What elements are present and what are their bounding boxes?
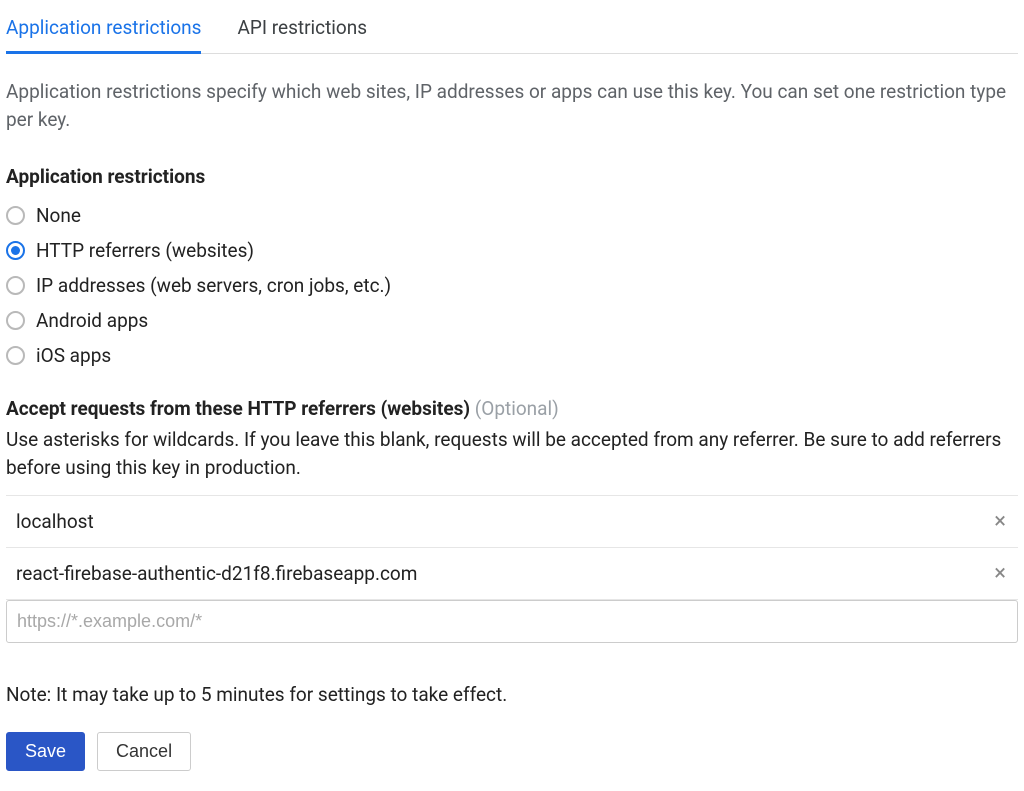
radio-icon bbox=[6, 206, 25, 225]
radio-label: iOS apps bbox=[36, 344, 111, 367]
radio-android-apps[interactable]: Android apps bbox=[6, 309, 1018, 332]
referrer-value: react-firebase-authentic-d21f8.firebasea… bbox=[16, 562, 417, 585]
radio-label: None bbox=[36, 204, 81, 227]
accept-title: Accept requests from these HTTP referrer… bbox=[6, 397, 470, 420]
accept-optional: (Optional) bbox=[475, 397, 559, 420]
tab-application-restrictions[interactable]: Application restrictions bbox=[6, 6, 201, 53]
close-icon[interactable]: × bbox=[992, 563, 1008, 585]
referrer-row: react-firebase-authentic-d21f8.firebasea… bbox=[6, 548, 1018, 600]
referrer-input[interactable] bbox=[6, 600, 1018, 643]
referrer-row: localhost × bbox=[6, 496, 1018, 548]
radio-icon bbox=[6, 346, 25, 365]
accept-header: Accept requests from these HTTP referrer… bbox=[6, 397, 1018, 420]
radio-ip-addresses[interactable]: IP addresses (web servers, cron jobs, et… bbox=[6, 274, 1018, 297]
referrer-value: localhost bbox=[16, 510, 94, 533]
restriction-type-radio-group: None HTTP referrers (websites) IP addres… bbox=[6, 204, 1018, 367]
tabs-bar: Application restrictions API restriction… bbox=[6, 6, 1018, 54]
settings-note: Note: It may take up to 5 minutes for se… bbox=[6, 683, 1018, 706]
referrer-list: localhost × react-firebase-authentic-d21… bbox=[6, 495, 1018, 643]
cancel-button[interactable]: Cancel bbox=[97, 732, 191, 771]
radio-icon bbox=[6, 276, 25, 295]
tab-api-restrictions[interactable]: API restrictions bbox=[237, 6, 367, 53]
radio-http-referrers[interactable]: HTTP referrers (websites) bbox=[6, 239, 1018, 262]
radio-label: Android apps bbox=[36, 309, 148, 332]
save-button[interactable]: Save bbox=[6, 732, 85, 771]
radio-icon bbox=[6, 311, 25, 330]
radio-ios-apps[interactable]: iOS apps bbox=[6, 344, 1018, 367]
accept-description: Use asterisks for wildcards. If you leav… bbox=[6, 426, 1018, 481]
section-title-application-restrictions: Application restrictions bbox=[6, 165, 1018, 188]
radio-label: HTTP referrers (websites) bbox=[36, 239, 254, 262]
button-row: Save Cancel bbox=[6, 732, 1018, 771]
radio-none[interactable]: None bbox=[6, 204, 1018, 227]
radio-label: IP addresses (web servers, cron jobs, et… bbox=[36, 274, 391, 297]
radio-icon bbox=[6, 241, 25, 260]
restrictions-description: Application restrictions specify which w… bbox=[6, 78, 1018, 133]
close-icon[interactable]: × bbox=[992, 511, 1008, 533]
